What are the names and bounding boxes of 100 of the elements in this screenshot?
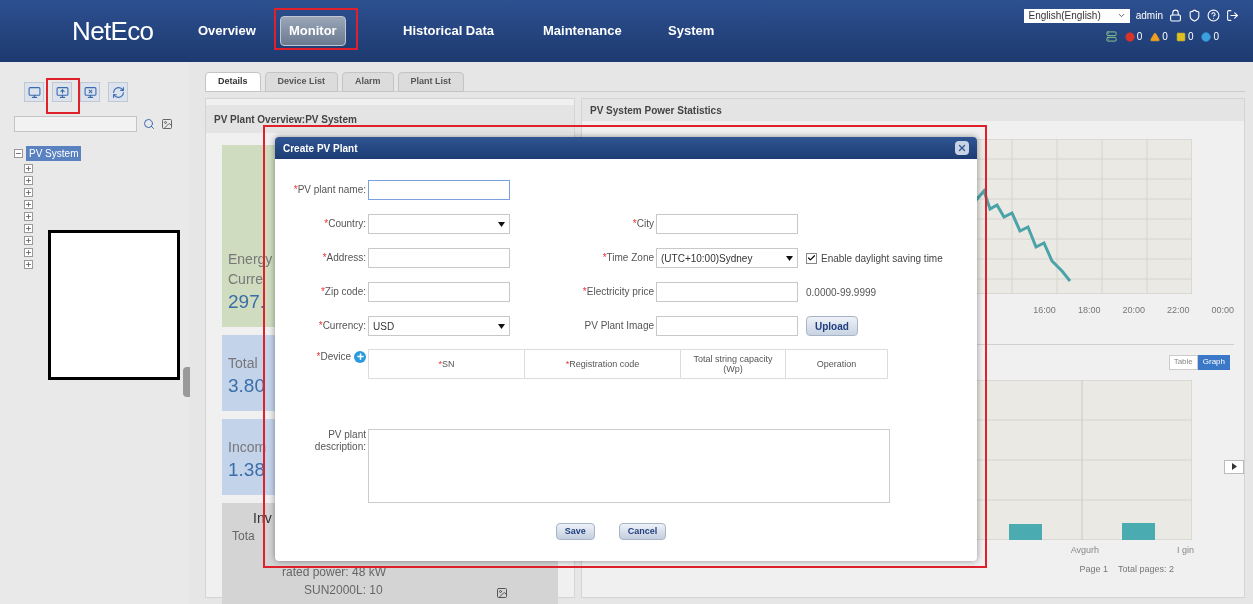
field-label: *Time Zone [602, 252, 654, 263]
field-label: *Zip code: [320, 286, 366, 297]
tab[interactable]: Details [205, 72, 261, 92]
field-label: *Country: [324, 218, 366, 229]
alarm-icon[interactable] [1175, 31, 1186, 42]
lock-icon[interactable] [1169, 9, 1182, 22]
search-icon[interactable] [143, 118, 155, 130]
field-label: PV plant description: [314, 429, 366, 452]
monitor-x-icon [83, 85, 97, 99]
axis-tick: 20:00 [1122, 304, 1145, 317]
column-header: *SN [369, 350, 525, 378]
expand-icon[interactable] [24, 188, 33, 197]
logo: NetEco [71, 14, 155, 48]
expand-icon[interactable] [24, 248, 33, 257]
nav-tab[interactable]: Maintenance [535, 17, 630, 45]
expand-icon[interactable] [24, 224, 33, 233]
pager-text: Page 1 [1079, 563, 1108, 576]
field-label: *Electricity price [582, 286, 654, 297]
card-label: Tota [231, 528, 255, 543]
language-dropdown[interactable]: English(English) [1024, 8, 1130, 23]
expand-icon[interactable] [24, 236, 33, 245]
user-name[interactable]: admin [1135, 8, 1163, 23]
tab[interactable]: Alarm [342, 72, 394, 92]
checkbox-label: Enable daylight saving time [821, 251, 943, 266]
text-field[interactable] [656, 282, 798, 302]
toolbar-button[interactable] [108, 82, 128, 102]
alarm-count: 0 [1136, 30, 1143, 44]
text-field[interactable] [368, 282, 510, 302]
dialog-button[interactable]: Save [555, 523, 595, 540]
nav-tab[interactable]: System [660, 17, 723, 45]
text-field[interactable] [368, 180, 510, 200]
field-label: *Address: [322, 252, 366, 263]
image-icon [496, 587, 508, 599]
caret-icon [1116, 11, 1126, 20]
field-label: *PV plant name: [293, 184, 366, 195]
collapse-handle[interactable] [183, 367, 190, 397]
collapse-icon[interactable] [14, 149, 23, 158]
toolbar-button[interactable] [24, 82, 44, 102]
toolbar-button[interactable] [80, 82, 100, 102]
expand-icon[interactable] [24, 164, 33, 173]
check-icon [807, 253, 816, 263]
monitor-icon [27, 85, 41, 99]
pager-text: Total pages: 2 [1117, 563, 1174, 576]
dialog-title: Create PV Plant [283, 141, 358, 156]
axis-label: I gin [1177, 543, 1194, 557]
text-field[interactable] [656, 214, 798, 234]
description-field[interactable] [368, 429, 890, 503]
card-label: Total [228, 354, 258, 373]
logout-icon[interactable] [1226, 9, 1239, 22]
tab[interactable]: Plant List [397, 72, 465, 92]
dropdown[interactable]: USD [368, 316, 510, 336]
alarm-icon[interactable] [1201, 31, 1212, 42]
checkbox[interactable] [806, 252, 817, 264]
view-toggle[interactable]: Graph [1197, 354, 1230, 370]
axis-tick: 22:00 [1166, 304, 1190, 317]
axis-label: Avgurh [1070, 543, 1099, 557]
shield-icon[interactable] [1188, 9, 1201, 22]
alarm-count: 0 [1162, 30, 1168, 44]
expand-icon[interactable] [24, 176, 33, 185]
toolbar-button[interactable] [52, 82, 72, 102]
nav-tab[interactable]: Overview [190, 17, 264, 45]
column-header: Total string capacity (Wp) [681, 350, 786, 378]
panel-title: PV System Power Statistics [582, 99, 1244, 121]
scroll-arrow-button[interactable] [1224, 459, 1244, 474]
caret-icon[interactable] [786, 255, 793, 261]
tab[interactable]: Device List [264, 72, 339, 92]
nav-tab[interactable]: Historical Data [395, 17, 503, 45]
axis-tick: 16:00 [1033, 304, 1056, 317]
text-field[interactable] [656, 316, 798, 336]
image-icon[interactable] [161, 118, 173, 130]
monitor-up-icon [55, 85, 69, 99]
upload-button[interactable]: Upload [806, 316, 858, 336]
tree-item[interactable]: PV System [26, 146, 82, 161]
refresh-icon [111, 85, 125, 99]
card-value: 297. [228, 290, 265, 314]
plus-icon [355, 352, 365, 361]
arrow-right-icon [1231, 463, 1237, 470]
search-field[interactable] [14, 116, 137, 132]
caret-icon[interactable] [498, 221, 505, 227]
card-value: 1.38 [228, 458, 265, 482]
axis-tick: 18:00 [1077, 304, 1101, 317]
alarm-count: 0 [1187, 30, 1194, 44]
dialog-button[interactable]: Cancel [618, 523, 667, 540]
axis-tick: 00:00 [1211, 304, 1234, 317]
expand-icon[interactable] [24, 212, 33, 221]
field-label: *City [632, 218, 654, 229]
close-icon [957, 143, 967, 153]
server-icon[interactable] [1105, 31, 1117, 42]
add-device-button[interactable] [354, 350, 366, 363]
view-toggle[interactable]: Table [1168, 354, 1198, 370]
help-icon[interactable] [1207, 9, 1220, 22]
expand-icon[interactable] [24, 260, 33, 269]
close-button[interactable] [955, 141, 969, 155]
dropdown[interactable]: (UTC+10:00)Sydney [656, 248, 798, 268]
expand-icon[interactable] [24, 200, 33, 209]
column-header: *Registration code [525, 350, 681, 378]
caret-icon[interactable] [498, 323, 505, 329]
card-label: Curre [228, 270, 263, 289]
alarm-icon[interactable] [1150, 31, 1161, 42]
text-field[interactable] [368, 248, 510, 268]
